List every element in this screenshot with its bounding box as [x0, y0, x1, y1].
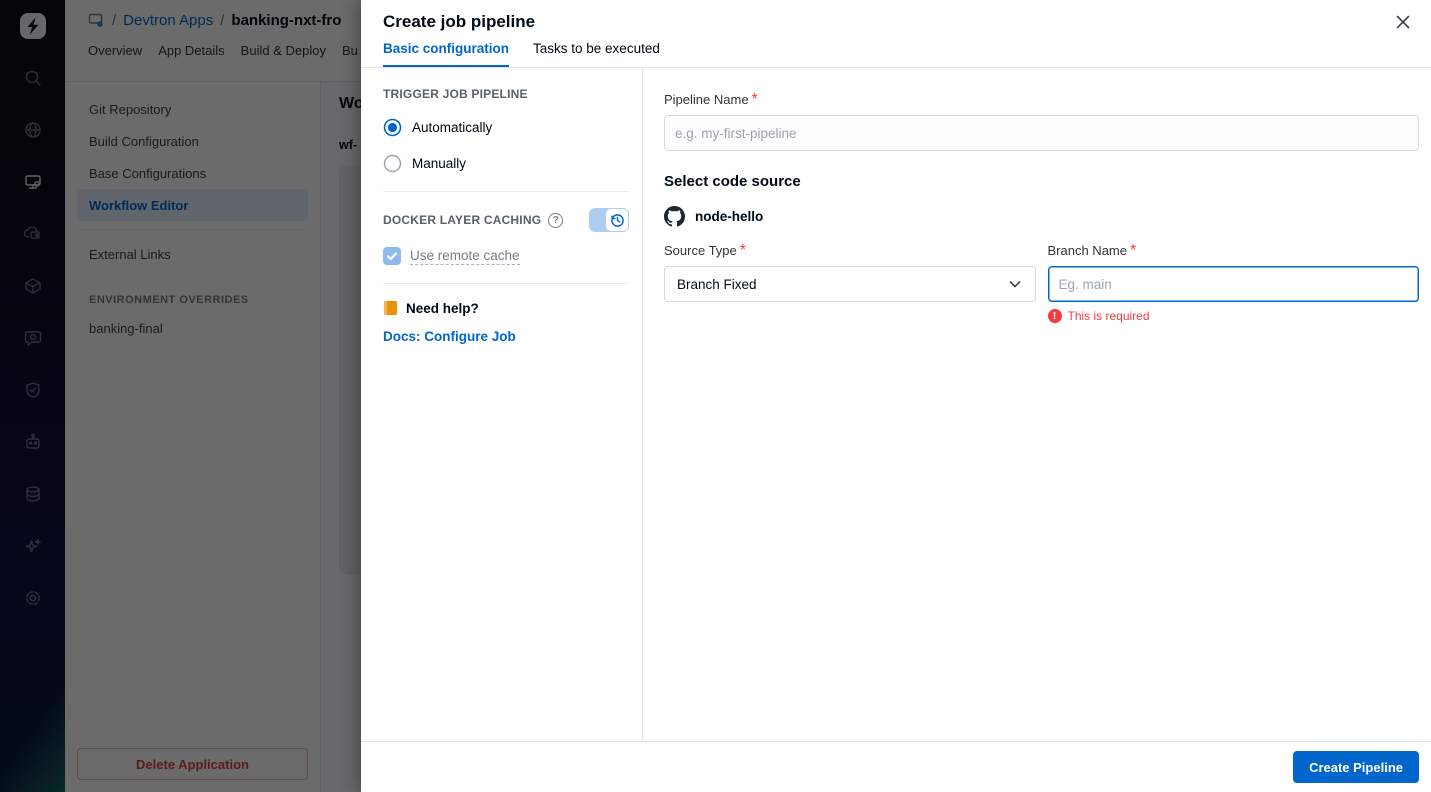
modal-body: TRIGGER JOB PIPELINE Automatically Manua…	[361, 68, 1431, 741]
source-type-label-row: Source Type *	[664, 242, 1036, 260]
checkbox-checked-icon[interactable]	[383, 247, 401, 265]
branch-name-input[interactable]	[1047, 266, 1419, 302]
source-type-field: Source Type * Branch Fixed	[664, 242, 1036, 323]
radio-selected-icon	[383, 118, 402, 137]
trigger-automatically-label: Automatically	[412, 120, 493, 135]
dlc-toggle-cache-icon	[606, 209, 628, 231]
tab-tasks-to-be-executed[interactable]: Tasks to be executed	[533, 41, 660, 67]
branch-name-label-row: Branch Name *	[1048, 242, 1420, 260]
create-pipeline-button[interactable]: Create Pipeline	[1293, 751, 1419, 783]
create-job-pipeline-modal: Create job pipeline Basic configuration …	[361, 0, 1431, 792]
source-type-select[interactable]: Branch Fixed	[664, 266, 1036, 302]
tab-basic-configuration[interactable]: Basic configuration	[383, 41, 510, 67]
screen: / Devtron Apps / banking-nxt-fro Overvie…	[0, 0, 1431, 792]
trigger-manually-label: Manually	[412, 156, 467, 171]
required-asterisk: *	[739, 242, 746, 259]
dlc-title: DOCKER LAYER CACHING	[383, 213, 542, 227]
source-type-value: Branch Fixed	[677, 276, 757, 292]
radio-unselected-icon	[383, 154, 402, 173]
error-exclamation-icon: !	[1047, 309, 1062, 323]
close-icon[interactable]	[1389, 8, 1417, 36]
use-remote-cache-row: Use remote cache	[383, 247, 629, 265]
source-type-label: Source Type	[664, 243, 737, 258]
need-help-row: Need help?	[383, 300, 629, 316]
select-code-source-heading: Select code source	[664, 173, 801, 190]
trigger-automatically-option[interactable]: Automatically	[383, 118, 629, 137]
modal-tabs: Basic configuration Tasks to be executed	[361, 41, 1431, 68]
branch-name-error-text: This is required	[1067, 309, 1150, 323]
modal-header: Create job pipeline	[361, 0, 1431, 32]
branch-name-label: Branch Name	[1047, 243, 1127, 258]
config-divider	[383, 283, 629, 284]
dlc-toggle[interactable]	[589, 208, 629, 232]
pipeline-name-label: Pipeline Name	[664, 92, 749, 107]
modal-title: Create job pipeline	[383, 12, 536, 31]
github-icon	[664, 206, 685, 227]
need-help-label: Need help?	[406, 300, 479, 316]
repository-row: node-hello	[664, 206, 1419, 227]
book-icon	[383, 300, 398, 316]
config-divider	[383, 191, 629, 192]
modal-footer: Create Pipeline	[361, 741, 1431, 792]
pipeline-name-input[interactable]	[664, 115, 1419, 151]
use-remote-cache-label: Use remote cache	[410, 247, 520, 265]
pipeline-name-label-row: Pipeline Name *	[664, 91, 1419, 109]
docs-configure-job-link[interactable]: Docs: Configure Job	[383, 329, 516, 344]
repository-name: node-hello	[695, 209, 764, 224]
required-asterisk: *	[1129, 242, 1137, 259]
branch-name-field: Branch Name* ! This is required	[1047, 242, 1420, 323]
help-circle-icon[interactable]: ?	[548, 212, 564, 228]
trigger-section-title: TRIGGER JOB PIPELINE	[383, 87, 528, 101]
trigger-manually-option[interactable]: Manually	[383, 154, 629, 173]
chevron-down-icon	[1009, 281, 1020, 288]
docker-layer-caching-row: DOCKER LAYER CACHING ?	[383, 208, 629, 232]
pipeline-form: Pipeline Name* Select code source node-h…	[643, 68, 1431, 741]
pipeline-config-sidebar: TRIGGER JOB PIPELINE Automatically Manua…	[361, 68, 643, 741]
source-fields-row: Source Type* Branch Fixed Branch Name*	[664, 242, 1419, 323]
required-asterisk: *	[751, 91, 758, 108]
branch-name-error-row: ! This is required	[1047, 309, 1420, 323]
